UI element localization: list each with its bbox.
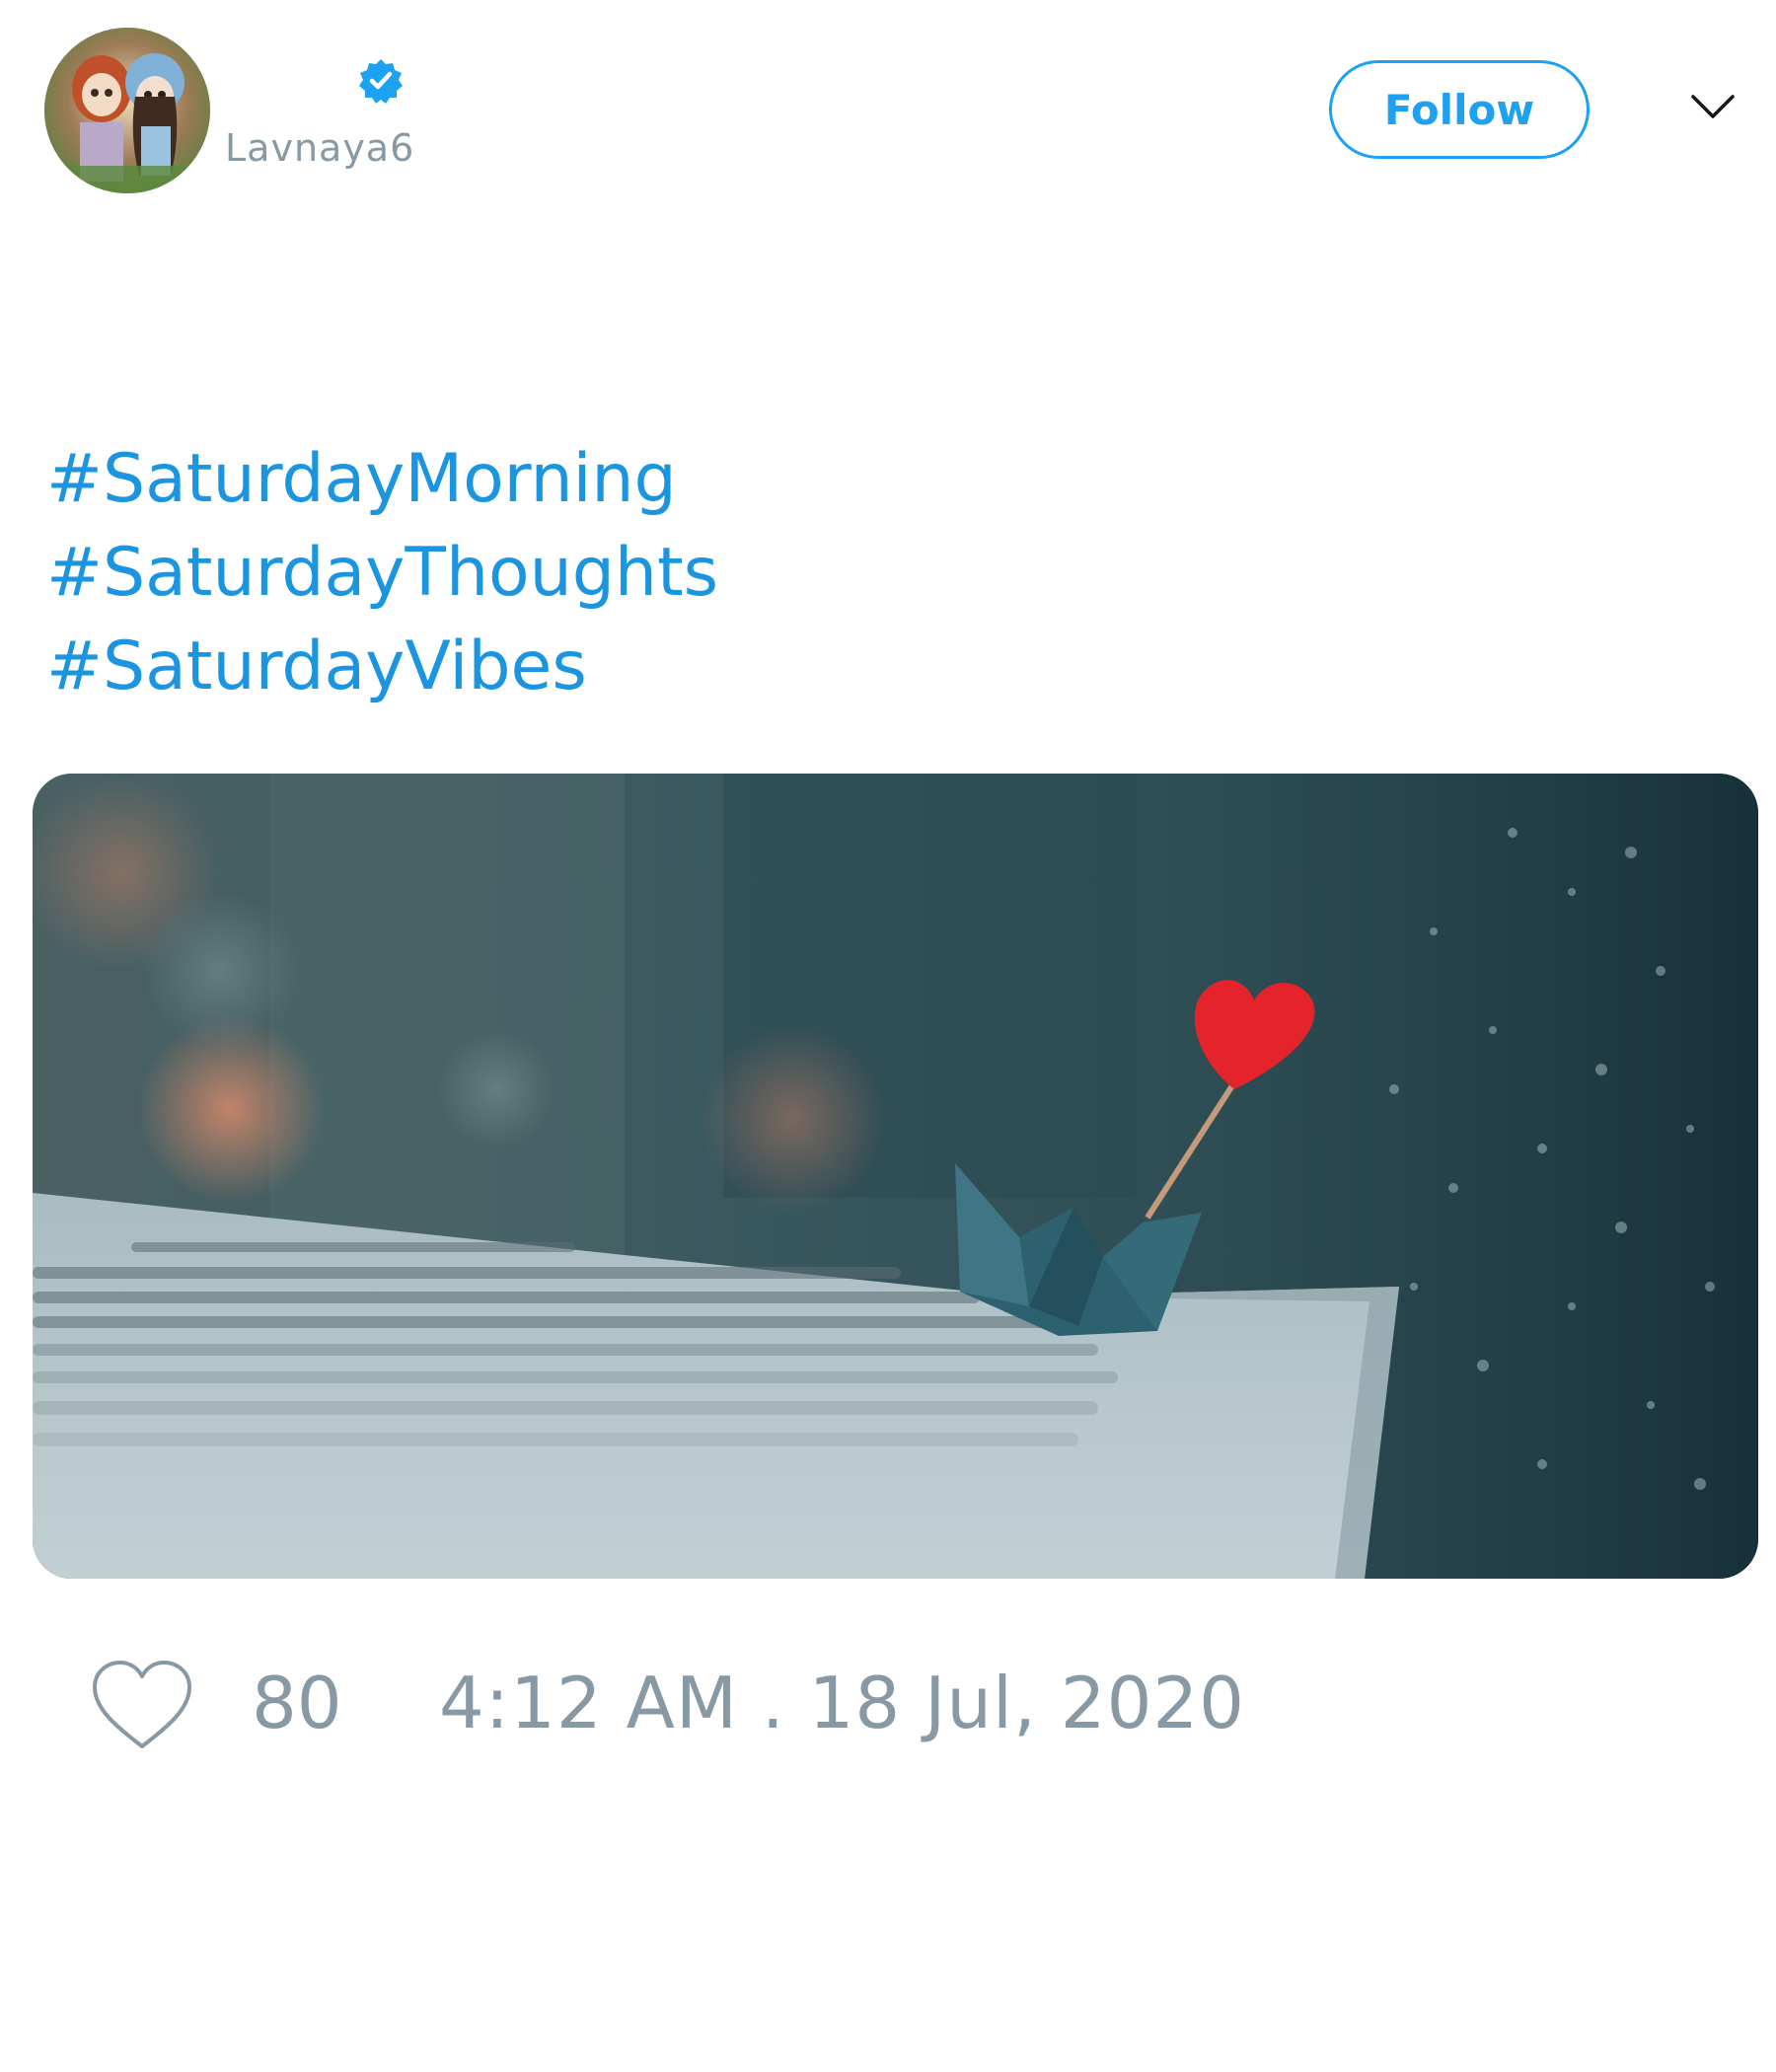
heart-outline-icon[interactable]	[89, 1658, 195, 1752]
avatar[interactable]	[44, 28, 210, 193]
verified-badge-icon	[357, 57, 405, 105]
like-count: 80	[252, 1662, 342, 1744]
hashtag-link[interactable]: #SaturdayThoughts	[46, 526, 718, 620]
tweet-media-image[interactable]	[33, 774, 1758, 1579]
user-handle[interactable]: Lavnaya6	[225, 126, 414, 170]
tweet-card: Lavnaya6 Follow #SaturdayMorning #Saturd…	[0, 0, 1776, 2072]
follow-button[interactable]: Follow	[1329, 60, 1590, 159]
tweet-text: #SaturdayMorning #SaturdayThoughts #Satu…	[46, 432, 718, 713]
avatar-image	[44, 28, 210, 193]
tweet-timestamp[interactable]: 4:12 AM . 18 Jul, 2020	[439, 1662, 1245, 1744]
paper-boat-photo	[33, 774, 1758, 1579]
chevron-down-icon[interactable]	[1689, 91, 1737, 122]
hashtag-link[interactable]: #SaturdayVibes	[46, 620, 718, 713]
hashtag-link[interactable]: #SaturdayMorning	[46, 432, 718, 526]
